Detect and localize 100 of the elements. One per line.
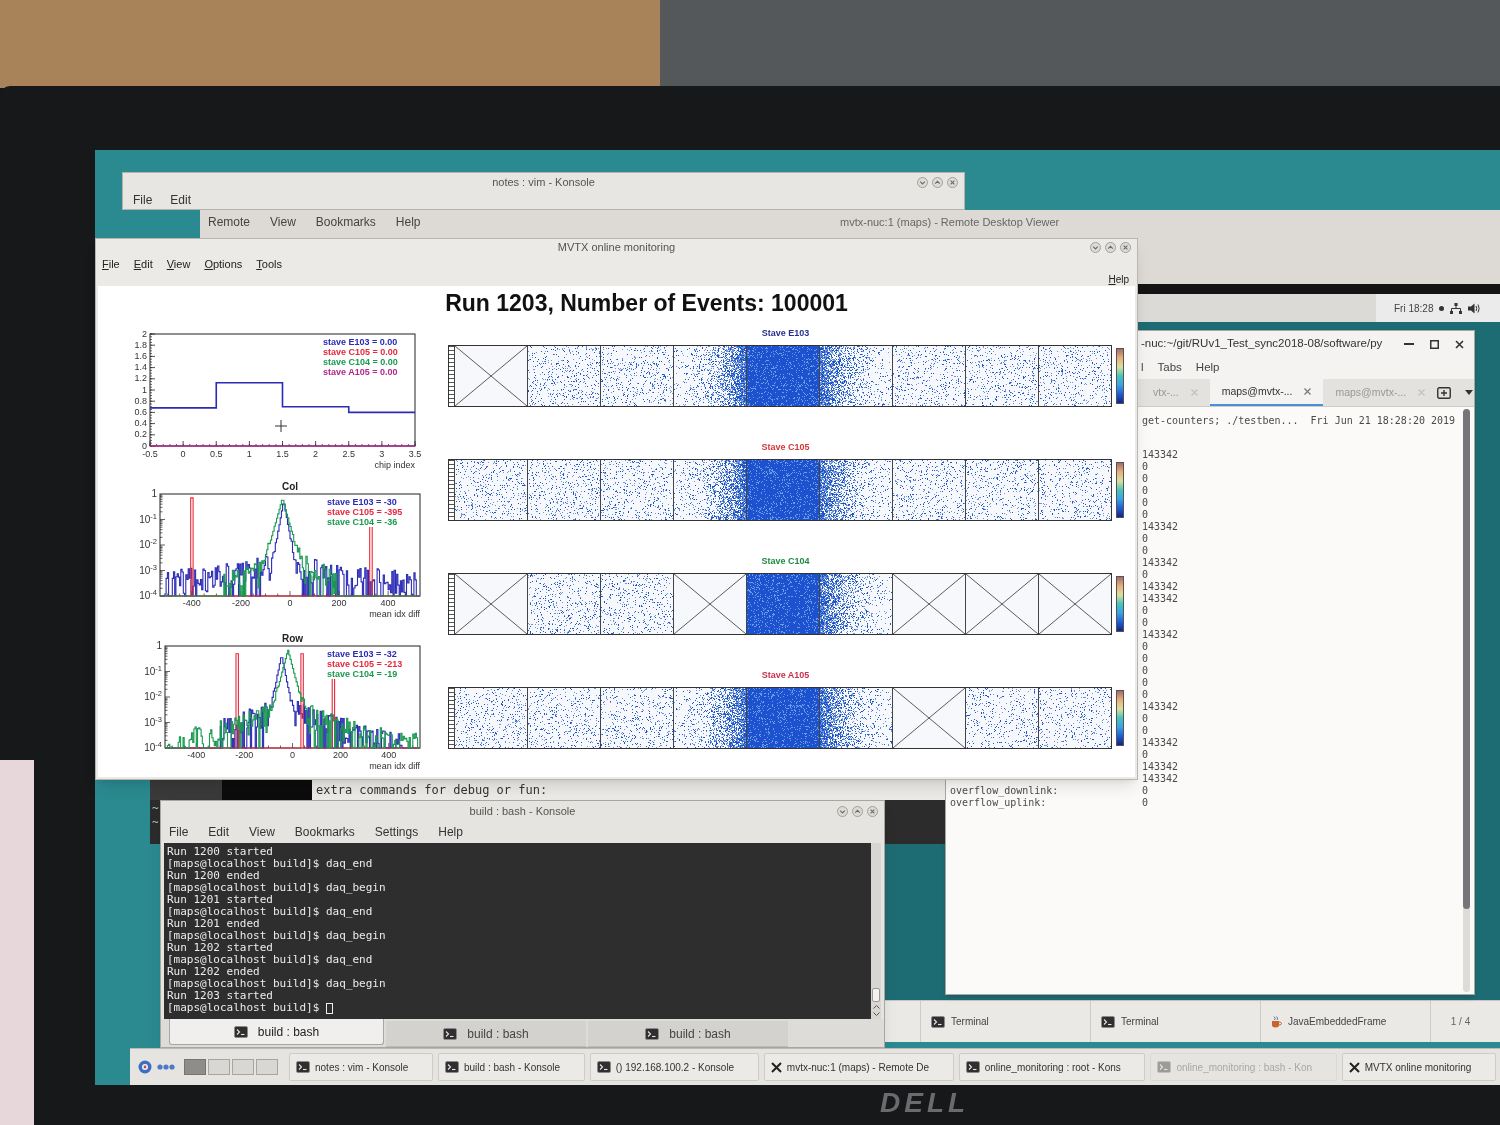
- menu-item[interactable]: Options: [204, 255, 243, 273]
- canvas-heading: Run 1203, Number of Events: 100001: [445, 288, 848, 318]
- taskbar-task[interactable]: JavaEmbeddedFrame: [1260, 1001, 1430, 1042]
- axis-tick-label: 200: [332, 751, 350, 760]
- axis-tick-label: 0.2: [133, 430, 147, 440]
- menu-item[interactable]: Edit: [208, 823, 230, 841]
- menu-item[interactable]: Bookmarks: [294, 823, 355, 841]
- legend-entry: stave C105 = -395: [326, 507, 404, 517]
- axis-tick-label: -400: [186, 751, 207, 760]
- caret-down-icon[interactable]: [1465, 390, 1474, 395]
- menu-item[interactable]: File: [169, 823, 189, 841]
- legend-entry: stave C104 = -19: [326, 669, 399, 679]
- x-shape-icon: [770, 1061, 782, 1073]
- launcher-icon[interactable]: [138, 1060, 152, 1074]
- taskbar-task[interactable]: Terminal: [1090, 1001, 1260, 1042]
- close-icon[interactable]: [1455, 339, 1464, 349]
- dots-icon[interactable]: [157, 1064, 175, 1070]
- menu-item[interactable]: File: [133, 191, 153, 209]
- konsole-tab[interactable]: build : bash: [169, 1019, 384, 1045]
- terminal-line: 0: [1142, 713, 1149, 725]
- taskbar-task[interactable]: () 192.168.100.2 - Konsole: [589, 1053, 759, 1081]
- terminal-line: [maps@localhost build]$ daq_end: [167, 906, 373, 918]
- menu-item[interactable]: Help: [438, 823, 463, 841]
- network-icon[interactable]: [1450, 302, 1463, 314]
- axis-tick-label: 1.6: [133, 351, 147, 361]
- menu-item[interactable]: Help: [1108, 271, 1129, 287]
- menu-item[interactable]: View: [270, 213, 296, 231]
- legend-entry: stave C104 = -36: [326, 517, 399, 527]
- terminal-icon: [1157, 1061, 1172, 1073]
- menu-item[interactable]: Help: [395, 213, 421, 231]
- scrollbar[interactable]: [871, 843, 881, 1019]
- terminal-line: 0: [1142, 797, 1149, 809]
- terminal-line: [maps@localhost build]$ daq_end: [167, 954, 373, 966]
- menu-item[interactable]: View: [166, 255, 191, 273]
- konsole-tab[interactable]: build : bash: [386, 1021, 586, 1047]
- menu-item[interactable]: Edit: [133, 255, 153, 273]
- chevron-down-icon[interactable]: [872, 1012, 880, 1016]
- brand-logo: DELL: [880, 1087, 970, 1119]
- terminal-line: 0: [1142, 473, 1149, 485]
- taskbar-task[interactable]: build : bash - Konsole: [438, 1053, 585, 1081]
- menu-item[interactable]: File: [102, 255, 120, 273]
- menu-item[interactable]: Edit: [170, 191, 192, 209]
- terminal-line: ~: [152, 816, 159, 830]
- menu-item[interactable]: View: [249, 823, 275, 841]
- axis-tick-label: 1.2: [133, 374, 147, 384]
- terminal-line: get-counters; ./testben...: [1142, 413, 1299, 428]
- terminal-line: 143342: [1142, 581, 1179, 593]
- terminal-line: 0: [1142, 665, 1149, 677]
- terminal-line: Fri Jun 21 18:28:20 2019: [1310, 413, 1456, 428]
- menu-item[interactable]: Remote: [208, 213, 251, 231]
- menu-item[interactable]: Tools: [256, 255, 282, 273]
- menu-item[interactable]: Bookmarks: [315, 213, 376, 231]
- menu-item[interactable]: Help: [1195, 359, 1220, 377]
- minimize-icon[interactable]: [917, 176, 928, 188]
- taskbar-task[interactable]: Terminal: [920, 1001, 1090, 1042]
- terminal-line: overflow_uplink:: [950, 797, 1047, 808]
- legend-entry: stave E103 = -32: [326, 649, 398, 659]
- window-title: notes : vim - Konsole: [492, 174, 595, 190]
- window-title: build : bash - Konsole: [469, 803, 576, 819]
- dot-icon: [1439, 305, 1445, 311]
- scrollbar-thumb[interactable]: [872, 988, 880, 1002]
- terminal-line: 0: [1142, 497, 1149, 509]
- axis-tick-label: 10$^{-4}$: [143, 743, 162, 753]
- plus-box-icon[interactable]: [1437, 386, 1452, 399]
- axis-tick-label: 10$^{-3}$: [138, 565, 157, 576]
- minimize-icon[interactable]: [1090, 242, 1101, 253]
- axis-tick-label: 1: [245, 450, 253, 459]
- axis-title: mean idx diff: [368, 762, 420, 771]
- axis-tick-label: 400: [380, 751, 398, 760]
- axis-tick-label: 10$^{-4}$: [138, 591, 157, 601]
- terminal-line: overflow_downlink:: [950, 785, 1059, 796]
- taskbar-task[interactable]: online_monitoring : root - Kons: [958, 1053, 1146, 1081]
- taskbar-task[interactable]: notes : vim - Konsole: [289, 1053, 433, 1081]
- axis-title: chip index: [373, 461, 415, 470]
- terminal-icon: [443, 1027, 458, 1040]
- chevron-up-icon[interactable]: [872, 1005, 880, 1009]
- volume-icon[interactable]: [1468, 302, 1481, 314]
- terminal-tab[interactable]: maps@mvtx-...: [1209, 379, 1324, 406]
- menu-item[interactable]: Tabs: [1157, 359, 1182, 377]
- terminal-line: 0: [1142, 461, 1149, 473]
- minimize-icon[interactable]: [837, 805, 848, 817]
- terminal-line: 143342: [1142, 737, 1179, 749]
- terminal-line: 0: [1142, 533, 1149, 545]
- legend-entry: stave C104 = 0.00: [323, 357, 398, 367]
- terminal-line: 143342: [1142, 593, 1179, 605]
- terminal-line: Run 1202 started: [167, 942, 273, 954]
- maximize-icon[interactable]: [1430, 339, 1439, 349]
- legend-entry: stave C105 = 0.00: [323, 347, 398, 357]
- terminal-line: 0: [1142, 785, 1149, 797]
- menu-item[interactable]: Settings: [374, 823, 419, 841]
- taskbar-task[interactable]: mvtx-nuc:1 (maps) - Remote De: [763, 1053, 954, 1081]
- taskbar-task[interactable]: MVTX online monitoring: [1341, 1053, 1497, 1081]
- workspace-indicator[interactable]: 1 / 4: [1430, 1001, 1490, 1042]
- terminal-line: [maps@localhost build]$ daq_end: [167, 858, 373, 870]
- axis-tick-label: 0.5: [209, 450, 224, 459]
- konsole-tab[interactable]: build : bash: [588, 1021, 788, 1047]
- legend-entry: stave E103 = 0.00: [323, 337, 398, 347]
- axis-tick-label: 3: [378, 450, 386, 459]
- axis-tick-label: 0.6: [133, 407, 147, 417]
- x-shape-icon: [1348, 1061, 1360, 1073]
